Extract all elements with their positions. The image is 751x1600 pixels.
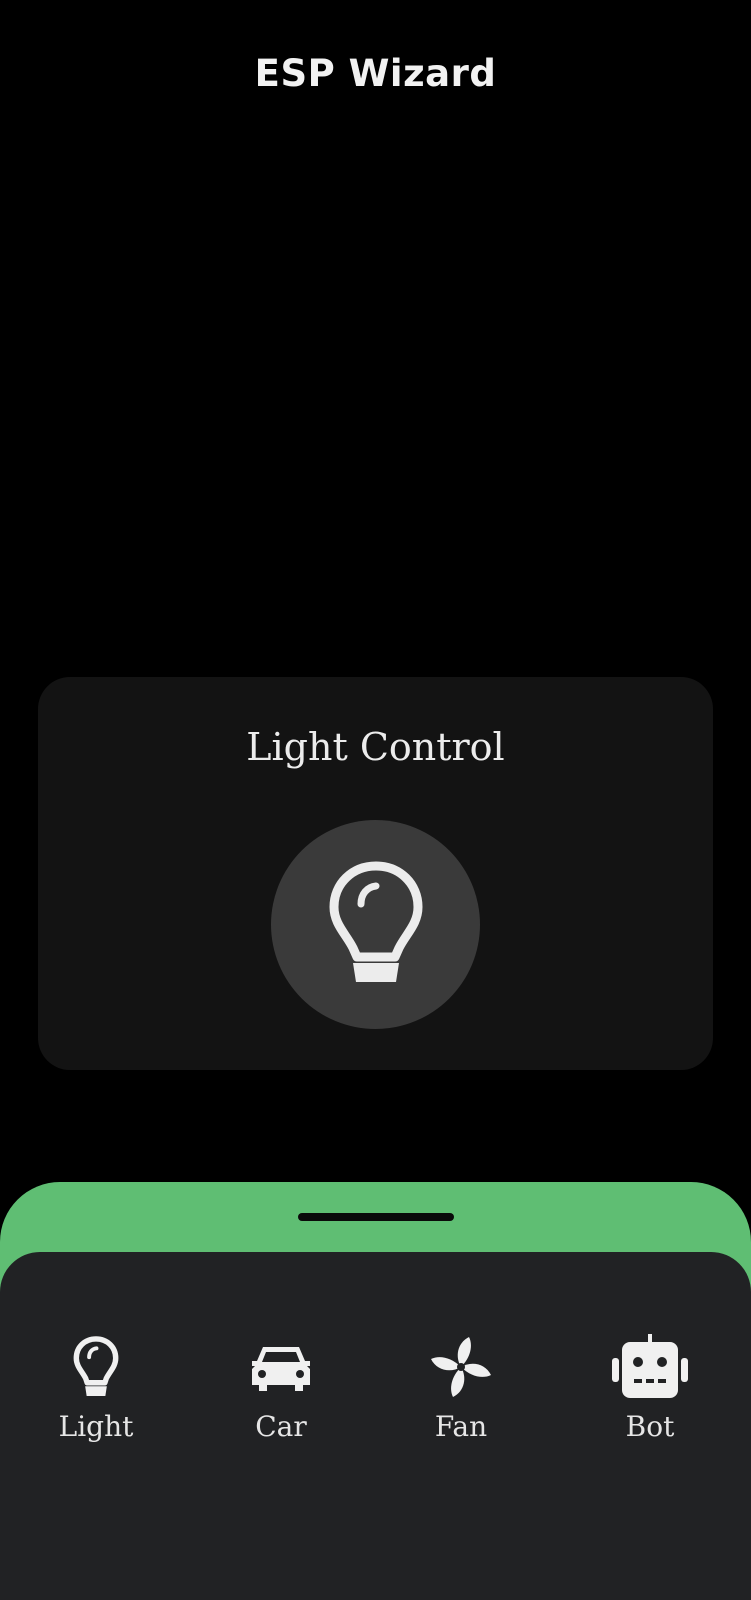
robot-icon <box>612 1334 688 1398</box>
nav-label-car: Car <box>255 1410 307 1443</box>
light-toggle-button[interactable] <box>271 820 480 1029</box>
light-control-card: Light Control <box>38 677 713 1070</box>
nav-item-car[interactable]: Car <box>211 1332 351 1443</box>
nav-label-light: Light <box>58 1410 134 1443</box>
nav-item-bot[interactable]: Bot <box>580 1332 720 1443</box>
lightbulb-icon <box>73 1336 119 1397</box>
app-title: ESP Wizard <box>254 52 497 95</box>
nav-label-fan: Fan <box>434 1410 488 1443</box>
fan-icon <box>431 1337 491 1397</box>
car-icon <box>252 1347 310 1391</box>
nav-item-fan[interactable]: Fan <box>391 1332 531 1443</box>
card-title: Light Control <box>246 725 505 769</box>
nav-label-bot: Bot <box>625 1410 675 1443</box>
device-nav-sheet: Light Car Fan Bot <box>0 1252 751 1600</box>
lightbulb-icon <box>329 861 422 982</box>
nav-item-light[interactable]: Light <box>26 1332 166 1443</box>
drag-handle[interactable] <box>298 1213 454 1221</box>
